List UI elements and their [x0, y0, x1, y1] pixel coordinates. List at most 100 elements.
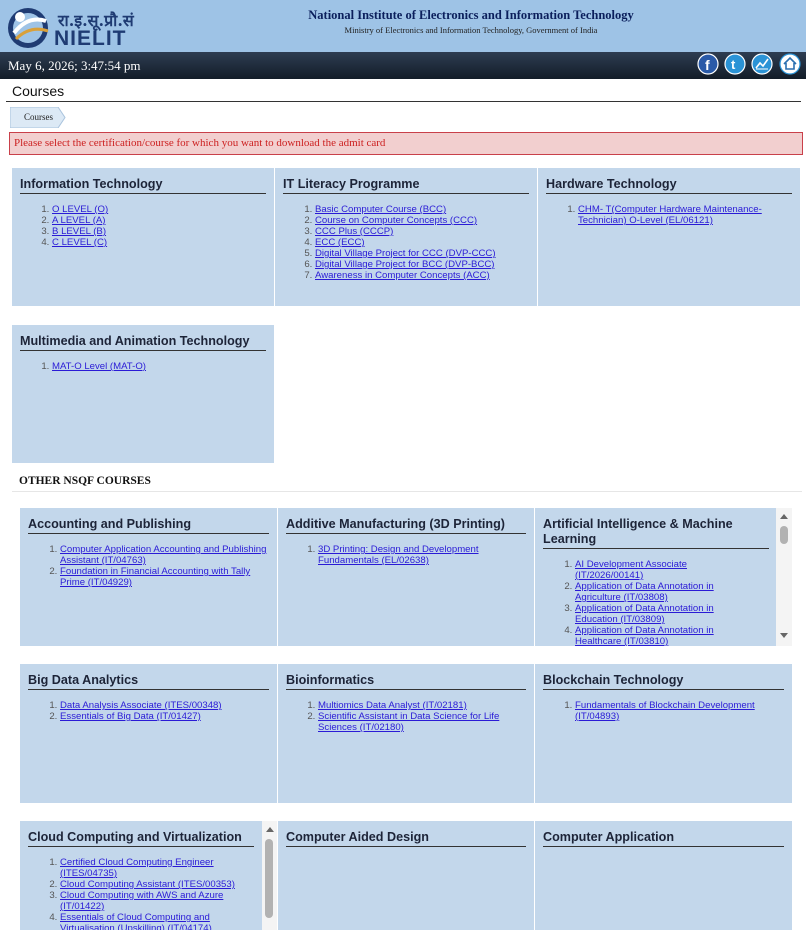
course-list: MAT-O Level (MAT-O) — [52, 361, 252, 372]
list-item: Digital Village Project for CCC (DVP-CCC… — [315, 248, 530, 259]
logo-text: NIELIT — [54, 27, 127, 50]
category-title-divider — [543, 846, 784, 847]
course-link[interactable]: Awareness in Computer Concepts (ACC) — [315, 270, 490, 281]
category-title-divider — [286, 533, 526, 534]
institute-subtitle: Ministry of Electronics and Information … — [344, 25, 598, 35]
scroll-down-arrow-icon[interactable] — [779, 632, 789, 640]
course-link[interactable]: Fundamentals of Blockchain Development (… — [575, 700, 755, 722]
category-title-divider — [286, 689, 526, 690]
svg-text:f: f — [705, 57, 710, 73]
course-link[interactable]: Application of Data Annotation in Agricu… — [575, 581, 714, 603]
category-title: Additive Manufacturing (3D Printing) — [286, 517, 505, 531]
category-title: IT Literacy Programme — [283, 177, 420, 191]
course-link[interactable]: B LEVEL (B) — [52, 226, 106, 237]
course-link[interactable]: Cloud Computing Assistant (ITES/00353) — [60, 879, 235, 890]
nsqf-card-cloud-computing[interactable]: Cloud Computing and Virtualization Certi… — [20, 821, 262, 930]
list-item: Foundation in Financial Accounting with … — [60, 566, 270, 588]
list-item: Course on Computer Concepts (CCC) — [315, 215, 530, 226]
category-title: Big Data Analytics — [28, 673, 139, 687]
course-link[interactable]: Computer Application Accounting and Publ… — [60, 544, 266, 566]
list-item: Basic Computer Course (BCC) — [315, 204, 530, 215]
course-link[interactable]: ECC (ECC) — [315, 237, 365, 248]
course-link[interactable]: Essentials of Big Data (IT/01427) — [60, 711, 201, 722]
list-item: Cloud Computing with AWS and Azure (IT/0… — [60, 890, 235, 912]
list-item: Application of Data Annotation in Health… — [575, 625, 745, 646]
course-link[interactable]: Essentials of Cloud Computing and Virtua… — [60, 912, 212, 930]
course-link[interactable]: A LEVEL (A) — [52, 215, 106, 226]
nsqf-card-blockchain: Blockchain Technology Fundamentals of Bl… — [535, 664, 792, 803]
list-item: A LEVEL (A) — [52, 215, 252, 226]
course-link[interactable]: Foundation in Financial Accounting with … — [60, 566, 250, 588]
course-list: O LEVEL (O) A LEVEL (A) B LEVEL (B) C LE… — [52, 204, 252, 248]
nsqf-card-bioinformatics: Bioinformatics Multiomics Data Analyst (… — [278, 664, 534, 803]
nsqf-card-ai-ml[interactable]: Artificial Intelligence & Machine Learni… — [535, 508, 776, 646]
current-datetime: May 6, 2026; 3:47:54 pm — [8, 58, 141, 73]
course-link[interactable]: Course on Computer Concepts (CCC) — [315, 215, 477, 226]
course-link[interactable]: CCC Plus (CCCP) — [315, 226, 393, 237]
list-item: Scientific Assistant in Data Science for… — [318, 711, 523, 733]
course-link[interactable]: Scientific Assistant in Data Science for… — [318, 711, 499, 733]
category-title-divider — [286, 846, 526, 847]
course-link[interactable]: Application of Data Annotation in Health… — [575, 625, 714, 646]
scroll-up-arrow-icon[interactable] — [265, 825, 275, 833]
course-link[interactable]: O LEVEL (O) — [52, 204, 108, 215]
course-link[interactable]: CHM- T(Computer Hardware Maintenance-Tec… — [578, 204, 762, 226]
course-link[interactable]: Cloud Computing with AWS and Azure (IT/0… — [60, 890, 223, 912]
course-list: Fundamentals of Blockchain Development (… — [575, 700, 780, 722]
category-title: Multimedia and Animation Technology — [20, 334, 250, 348]
list-item: Cloud Computing Assistant (ITES/00353) — [60, 879, 235, 890]
nsqf-card-accounting-publishing: Accounting and Publishing Computer Appli… — [20, 508, 277, 646]
home-icon[interactable] — [779, 53, 801, 75]
course-link[interactable]: Digital Village Project for CCC (DVP-CCC… — [315, 248, 496, 259]
nsqf-card-additive-manufacturing: Additive Manufacturing (3D Printing) 3D … — [278, 508, 534, 646]
twitter-icon[interactable]: t — [724, 53, 746, 75]
category-card-hardware-technology: Hardware Technology CHM- T(Computer Hard… — [538, 168, 800, 306]
other-nsqf-heading: OTHER NSQF COURSES — [19, 475, 151, 487]
nielit-logo[interactable]: रा.इ.सू.प्रौ.सं NIELIT — [6, 3, 136, 51]
scroll-up-arrow-icon[interactable] — [779, 512, 789, 520]
category-title-divider — [543, 689, 784, 690]
category-title-divider — [546, 193, 792, 194]
alert-text: Please select the certification/course f… — [14, 137, 386, 149]
list-item: CHM- T(Computer Hardware Maintenance-Tec… — [578, 204, 790, 226]
course-link[interactable]: AI Development Associate (IT/2026/00141) — [575, 559, 687, 581]
course-link[interactable]: Multiomics Data Analyst (IT/02181) — [318, 700, 467, 711]
course-link[interactable]: MAT-O Level (MAT-O) — [52, 361, 146, 372]
list-item: Application of Data Annotation in Agricu… — [575, 581, 745, 603]
category-title: Hardware Technology — [546, 177, 677, 191]
chart-icon[interactable] — [751, 53, 773, 75]
category-title-divider — [20, 350, 266, 351]
course-list: Basic Computer Course (BCC) Course on Co… — [315, 204, 530, 281]
category-card-multimedia-animation: Multimedia and Animation Technology MAT-… — [12, 325, 274, 463]
section-divider — [12, 491, 802, 492]
category-title: Information Technology — [20, 177, 163, 191]
list-item: B LEVEL (B) — [52, 226, 252, 237]
category-title-divider — [283, 193, 529, 194]
list-item: O LEVEL (O) — [52, 204, 252, 215]
course-list: Multiomics Data Analyst (IT/02181) Scien… — [318, 700, 523, 733]
nsqf-card-computer-application: Computer Application — [535, 821, 792, 930]
category-title-divider — [28, 846, 254, 847]
date-bar: May 6, 2026; 3:47:54 pm — [0, 52, 806, 79]
category-card-information-technology: Information Technology O LEVEL (O) A LEV… — [12, 168, 274, 306]
admit-card-alert: Please select the certification/course f… — [9, 132, 803, 155]
list-item: C LEVEL (C) — [52, 237, 252, 248]
list-item: Application of Data Annotation in Educat… — [575, 603, 745, 625]
list-item: Fundamentals of Blockchain Development (… — [575, 700, 780, 722]
course-link[interactable]: Certified Cloud Computing Engineer (ITES… — [60, 857, 214, 879]
category-title: Bioinformatics — [286, 673, 375, 687]
course-link[interactable]: Basic Computer Course (BCC) — [315, 204, 446, 215]
course-link[interactable]: Digital Village Project for BCC (DVP-BCC… — [315, 259, 495, 270]
course-link[interactable]: Data Analysis Associate (ITES/00348) — [60, 700, 222, 711]
cloud-computing-scroll-thumb[interactable] — [265, 839, 273, 918]
list-item: ECC (ECC) — [315, 237, 530, 248]
course-link[interactable]: Application of Data Annotation in Educat… — [575, 603, 714, 625]
list-item: AI Development Associate (IT/2026/00141) — [575, 559, 745, 581]
course-link[interactable]: 3D Printing: Design and Development Fund… — [318, 544, 479, 566]
list-item: Essentials of Big Data (IT/01427) — [60, 711, 270, 722]
ai-ml-scroll-thumb[interactable] — [780, 526, 788, 544]
course-link[interactable]: C LEVEL (C) — [52, 237, 107, 248]
list-item: CCC Plus (CCCP) — [315, 226, 530, 237]
facebook-icon[interactable]: f — [697, 53, 719, 75]
list-item: Data Analysis Associate (ITES/00348) — [60, 700, 270, 711]
